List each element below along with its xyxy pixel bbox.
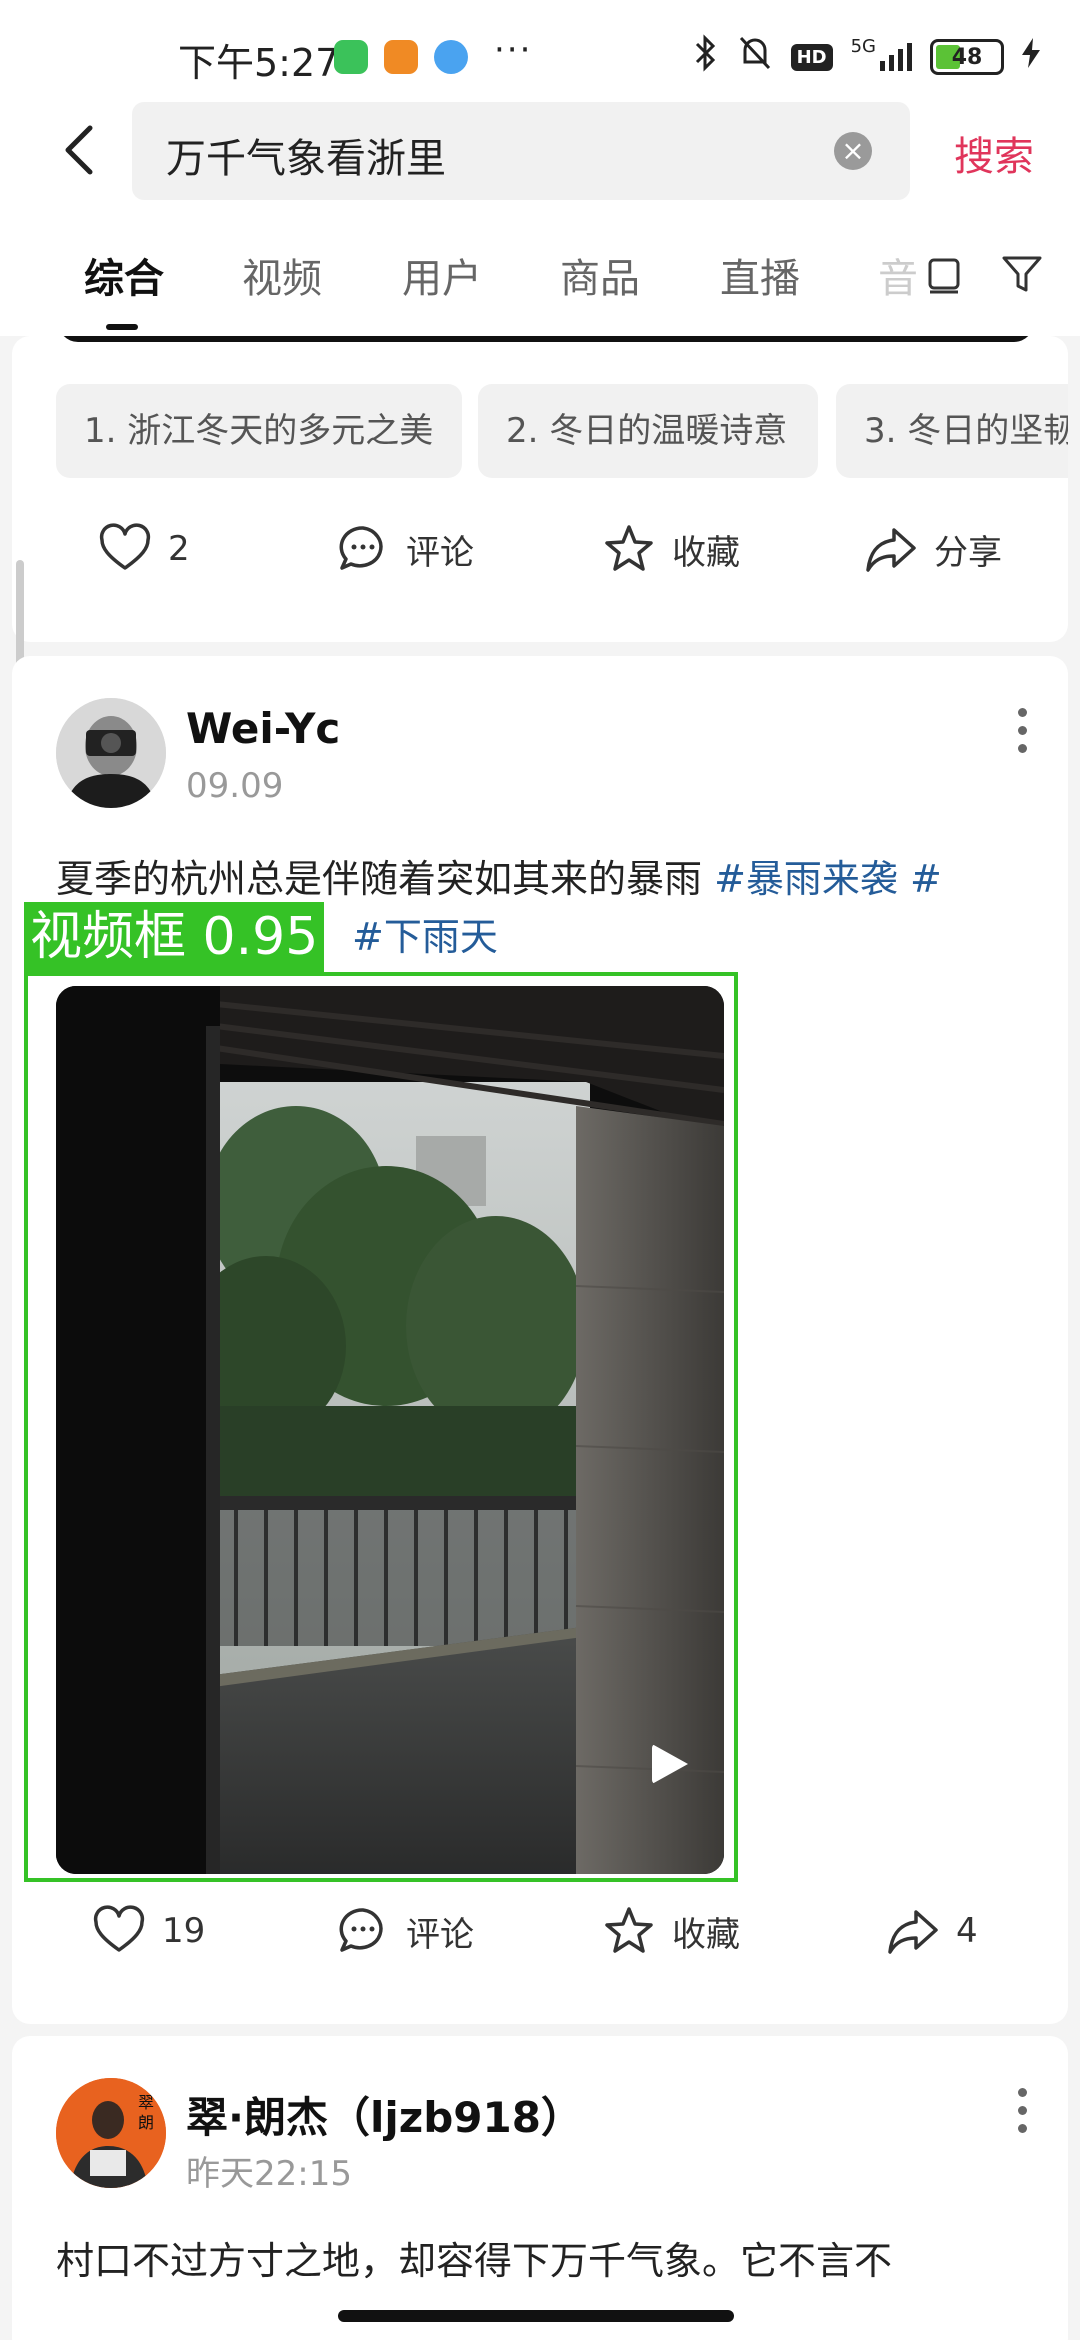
clear-search-icon[interactable]: × <box>834 132 872 170</box>
hashtag[interactable]: #下雨天 <box>352 906 498 961</box>
more-options-icon[interactable] <box>1016 708 1028 764</box>
network-type: 5G <box>850 36 876 57</box>
share-icon <box>866 528 916 572</box>
like-count: 19 <box>162 1911 206 1951</box>
share-label: 分享 <box>934 532 1002 573</box>
tab-products[interactable]: 商品 <box>560 246 640 304</box>
post-date: 09.09 <box>186 766 284 806</box>
svg-text:翠: 翠 <box>138 2093 154 2112</box>
comment-button[interactable]: 评论 <box>336 522 474 576</box>
share-button[interactable]: 分享 <box>864 522 1002 576</box>
status-bar: 下午5:27 ··· HD 5G 48 <box>0 0 1080 100</box>
username[interactable]: 翠·朗杰（ljzb918） <box>186 2084 583 2145</box>
search-results-page: 下午5:27 ··· HD 5G 48 万千气象看浙里 × 搜索 综合 视频 用… <box>0 0 1080 2340</box>
like-count: 2 <box>168 529 190 569</box>
detection-label: 视频框 0.95 <box>24 902 325 972</box>
bluetooth-icon <box>693 34 719 80</box>
battery-level: 48 <box>951 44 983 70</box>
mute-bell-icon <box>737 34 773 80</box>
layout-toggle-icon[interactable] <box>922 252 966 296</box>
comment-label: 评论 <box>406 1914 474 1955</box>
more-notifications-icon: ··· <box>494 30 533 70</box>
comment-icon <box>339 526 383 570</box>
post-actions: 2 评论 收藏 分享 <box>12 522 1068 602</box>
search-button[interactable]: 搜索 <box>954 124 1034 182</box>
filter-icon[interactable] <box>1000 252 1044 296</box>
cloud-app-notification-icon <box>434 40 468 74</box>
detection-box <box>24 972 738 1882</box>
favorite-label: 收藏 <box>672 532 740 573</box>
svg-text:朗: 朗 <box>138 2113 154 2132</box>
tab-all[interactable]: 综合 <box>84 246 164 304</box>
signal-icon: 5G <box>851 36 912 71</box>
star-icon <box>605 1907 653 1953</box>
post-card: 1. 浙江冬天的多元之美 2. 冬日的温暖诗意 3. 冬日的坚韧 2 评论 收藏… <box>12 336 1068 642</box>
tab-video[interactable]: 视频 <box>242 246 322 304</box>
username[interactable]: Wei-Yc <box>186 704 340 753</box>
ai-summary-chip[interactable]: 2. 冬日的温暖诗意 <box>478 384 818 478</box>
active-tab-indicator <box>106 324 138 330</box>
favorite-button[interactable]: 收藏 <box>602 522 740 576</box>
favorite-label: 收藏 <box>672 1914 740 1955</box>
charging-icon <box>1022 38 1040 76</box>
home-indicator[interactable] <box>338 2310 734 2322</box>
post-body: 夏季的杭州总是伴随着突如其来的暴雨 <box>56 857 715 901</box>
comment-icon <box>339 1908 383 1952</box>
hd-badge: HD <box>790 43 833 71</box>
search-query: 万千气象看浙里 <box>166 136 446 182</box>
result-tabs: 综合 视频 用户 商品 直播 音 <box>0 210 1080 336</box>
tab-users[interactable]: 用户 <box>402 246 482 304</box>
avatar[interactable] <box>56 698 166 808</box>
star-icon <box>605 525 653 571</box>
search-header: 万千气象看浙里 × 搜索 <box>0 100 1080 210</box>
tab-music-faded[interactable]: 音 <box>878 246 918 304</box>
post-actions: 19 评论 收藏 4 <box>12 1904 1068 1984</box>
media-bottom-edge <box>58 336 1034 342</box>
back-arrow-icon[interactable] <box>52 120 112 180</box>
share-icon <box>888 1910 938 1954</box>
post-card: 翠 朗 翠·朗杰（ljzb918） 昨天22:15 村口不过方寸之地，却容得下万… <box>12 2036 1068 2340</box>
share-count: 4 <box>956 1911 978 1951</box>
avatar[interactable]: 翠 朗 <box>56 2078 166 2188</box>
ai-summary-chip[interactable]: 1. 浙江冬天的多元之美 <box>56 384 462 478</box>
comment-label: 评论 <box>406 532 474 573</box>
like-button[interactable]: 2 <box>98 522 190 576</box>
post-text: 村口不过方寸之地，却容得下万千气象。它不言不 <box>56 2239 893 2283</box>
share-button[interactable]: 4 <box>886 1904 978 1958</box>
post-date: 昨天22:15 <box>186 2154 352 2194</box>
status-time: 下午5:27 <box>178 41 340 85</box>
battery-icon: 48 <box>930 39 1004 75</box>
favorite-button[interactable]: 收藏 <box>602 1904 740 1958</box>
like-button[interactable]: 19 <box>92 1904 205 1958</box>
heart-icon <box>93 1905 145 1952</box>
wechat-notification-icon <box>334 40 368 74</box>
heart-icon <box>99 523 151 570</box>
search-input[interactable]: 万千气象看浙里 × <box>132 102 910 200</box>
ai-summary-chip[interactable]: 3. 冬日的坚韧 <box>836 384 1068 478</box>
more-options-icon[interactable] <box>1016 2088 1028 2144</box>
58-app-notification-icon <box>384 40 418 74</box>
tab-live[interactable]: 直播 <box>720 246 800 304</box>
comment-button[interactable]: 评论 <box>336 1904 474 1958</box>
hashtag[interactable]: #暴雨来袭 # <box>714 857 942 901</box>
